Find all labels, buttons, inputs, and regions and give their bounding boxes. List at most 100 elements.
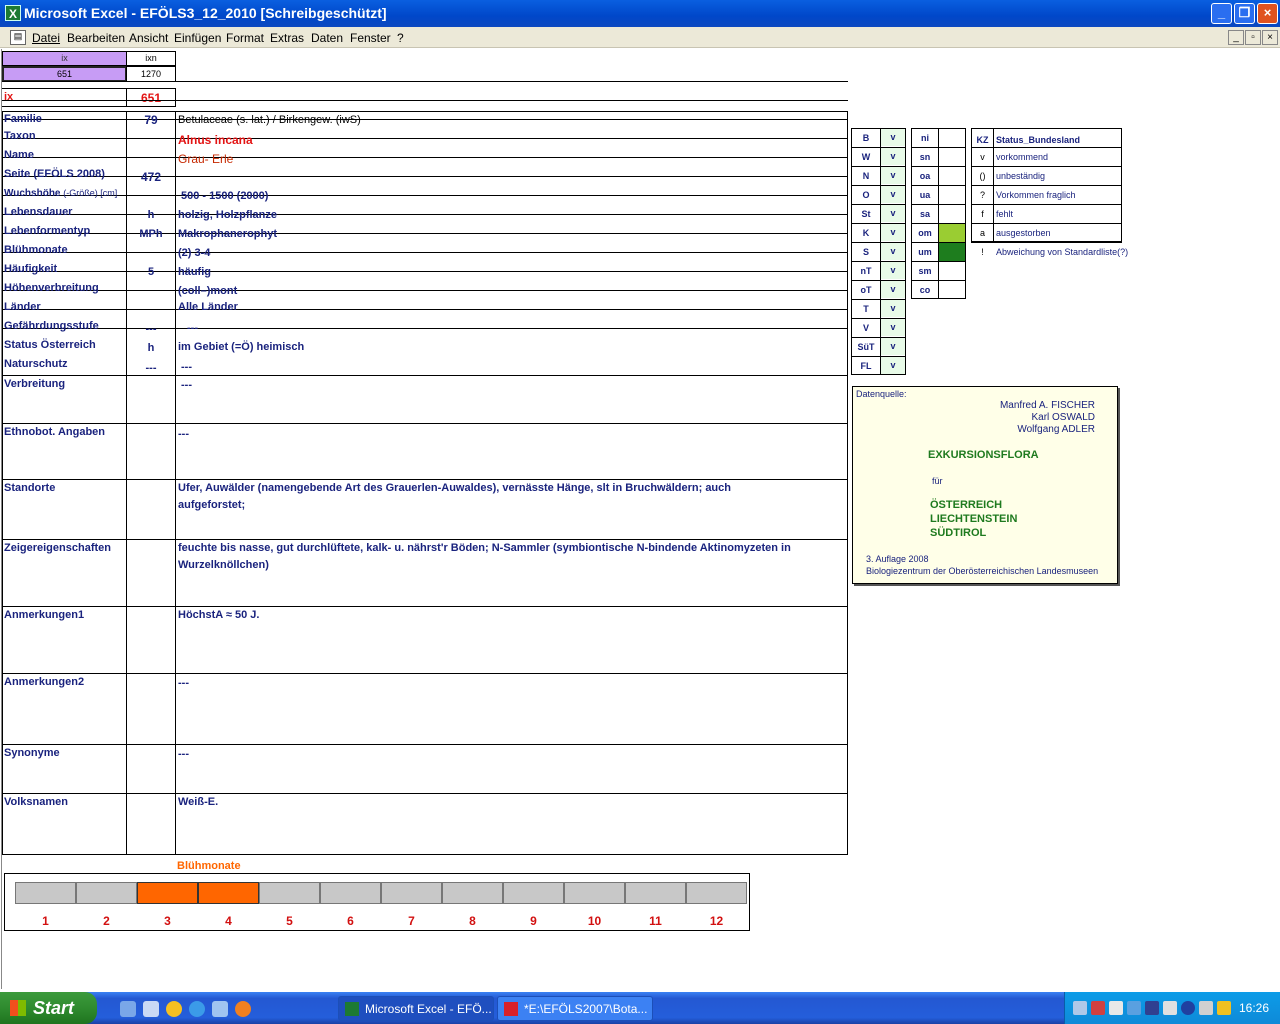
region-code: FL xyxy=(860,361,872,371)
value-standorte: Ufer, Auwälder (namengebende Art des Gra… xyxy=(178,482,731,494)
menu-help[interactable]: ? xyxy=(397,31,404,45)
code-lebensdauer: h xyxy=(147,209,155,221)
menu-einfuegen[interactable]: Einfügen xyxy=(174,31,221,45)
region-code: N xyxy=(862,171,870,181)
start-button[interactable]: Start xyxy=(0,992,97,1024)
minimize-button[interactable]: _ xyxy=(1211,3,1232,24)
region-status: v xyxy=(881,205,905,222)
bloom-month-bar xyxy=(686,882,747,904)
region-code: K xyxy=(862,228,870,238)
table-row-divider xyxy=(2,100,848,101)
menu-ansicht[interactable]: Ansicht xyxy=(129,31,168,45)
shield-icon[interactable] xyxy=(1145,1001,1159,1015)
label-lebensdauer: Lebensdauer xyxy=(4,206,73,218)
data-source-box: Datenquelle: Manfred A. FISCHER Karl OSW… xyxy=(852,386,1118,584)
bloom-month-label: 10 xyxy=(587,914,602,928)
value-name: Grau- Erle xyxy=(178,152,234,166)
bloom-month-bar xyxy=(15,882,76,904)
quicklaunch-firefox-icon[interactable] xyxy=(235,1001,251,1017)
label-name: Name xyxy=(4,149,34,161)
value-anmerkungen2: --- xyxy=(178,677,189,689)
update-icon[interactable] xyxy=(1217,1001,1231,1015)
legend-text: vorkommend xyxy=(996,152,1049,162)
label-verbreitung: Verbreitung xyxy=(4,378,66,390)
doc-minimize-button[interactable]: _ xyxy=(1228,30,1244,45)
table-row-divider xyxy=(2,539,848,540)
bloom-month-label: 7 xyxy=(408,914,415,928)
search-tray-icon[interactable] xyxy=(1109,1001,1123,1015)
source-author-2: Karl OSWALD xyxy=(1031,412,1095,423)
bluetooth-icon[interactable] xyxy=(1127,1001,1141,1015)
label-seite: Seite (EFÖLS 2008) xyxy=(4,168,105,180)
doc-restore-button[interactable]: ▫ xyxy=(1245,30,1261,45)
ix-header: ix xyxy=(61,53,68,63)
source-country-2: LIECHTENSTEIN xyxy=(930,513,1018,525)
value-standorte-2: aufgeforstet; xyxy=(178,499,246,511)
label-anmerkungen1: Anmerkungen1 xyxy=(4,609,85,621)
value-verbreitung: --- xyxy=(181,379,192,391)
value-bluehmonate: (2) 3-4 xyxy=(178,247,211,259)
table-row-divider xyxy=(2,606,848,607)
bloom-month-bar xyxy=(564,882,625,904)
value-status-oesterreich: im Gebiet (=Ö) heimisch xyxy=(178,341,305,353)
zone-code: co xyxy=(919,285,931,295)
zone-code: ua xyxy=(919,190,931,200)
task-excel[interactable]: Microsoft Excel - EFÖ... xyxy=(338,996,494,1021)
bloom-month-bar xyxy=(442,882,503,904)
menu-extras[interactable]: Extras xyxy=(270,31,304,45)
table-row-divider xyxy=(2,157,848,158)
menu-daten[interactable]: Daten xyxy=(311,31,343,45)
value-zeigereigenschaften-2: Wurzelknöllchen) xyxy=(178,559,269,571)
menu-bearbeiten[interactable]: Bearbeiten xyxy=(67,31,125,45)
zone-code: om xyxy=(918,228,932,238)
quicklaunch-desktop-icon[interactable] xyxy=(120,1001,136,1017)
restore-button[interactable]: ❐ xyxy=(1234,3,1255,24)
value-naturschutz: --- xyxy=(181,361,192,373)
excel-app-icon: X xyxy=(5,5,21,21)
close-button[interactable]: × xyxy=(1257,3,1278,24)
worksheet[interactable]: ix ixn 651 1270 ix 651 Familie 79 Betula… xyxy=(0,49,1280,992)
region-status: v xyxy=(881,243,905,260)
code-gefaehrdungsstufe: --- xyxy=(145,323,157,335)
bloom-month-bar xyxy=(137,882,198,904)
bloom-month-label: 9 xyxy=(530,914,537,928)
quicklaunch-outlook-icon[interactable] xyxy=(212,1001,228,1017)
legend-kz: () xyxy=(979,171,986,181)
bloom-month-bar xyxy=(198,882,259,904)
quicklaunch-explorer-icon[interactable] xyxy=(143,1001,159,1017)
task-acrobat[interactable]: *E:\EFÖLS2007\Bota... xyxy=(497,996,653,1021)
table-row-divider xyxy=(2,479,848,480)
region-status: v xyxy=(881,129,905,146)
legend-text: Vorkommen fraglich xyxy=(996,190,1076,200)
security-icon[interactable] xyxy=(1091,1001,1105,1015)
label-standorte: Standorte xyxy=(4,482,56,494)
region-status: v xyxy=(881,186,905,203)
quicklaunch-ie-icon[interactable] xyxy=(189,1001,205,1017)
code-status-oesterreich: h xyxy=(147,342,155,354)
table-row-divider xyxy=(2,673,848,674)
label-gefaehrdungsstufe: Gefährdungsstufe xyxy=(4,320,99,332)
network-icon[interactable] xyxy=(1073,1001,1087,1015)
doc-close-button[interactable]: × xyxy=(1262,30,1278,45)
menu-format[interactable]: Format xyxy=(226,31,264,45)
table-row-divider xyxy=(2,290,848,291)
info-icon[interactable] xyxy=(1181,1001,1195,1015)
value-lebenformentyp: Makrophanerophyt xyxy=(178,228,278,240)
workbook-icon[interactable]: ▤ xyxy=(10,30,26,45)
label-bluehmonate: Blühmonate xyxy=(4,244,68,256)
code-lebenformentyp: MPh xyxy=(139,228,163,240)
system-tray: 16:26 xyxy=(1064,992,1280,1024)
battery-icon[interactable] xyxy=(1199,1001,1213,1015)
region-code: T xyxy=(863,304,869,314)
bloom-chart: 1 2 3 4 5 6 7 8 9 10 11 12 xyxy=(4,873,750,931)
quicklaunch-media-icon[interactable] xyxy=(166,1001,182,1017)
menu-fenster[interactable]: Fenster xyxy=(350,31,391,45)
label-status-oesterreich: Status Österreich xyxy=(4,339,96,351)
table-row-divider xyxy=(2,309,848,310)
menu-datei[interactable]: Datei xyxy=(32,31,60,45)
volume-icon[interactable] xyxy=(1163,1001,1177,1015)
table-row-divider xyxy=(2,252,848,253)
bloom-month-bar xyxy=(503,882,564,904)
bloom-month-bar xyxy=(381,882,442,904)
zone-code: oa xyxy=(919,171,931,181)
